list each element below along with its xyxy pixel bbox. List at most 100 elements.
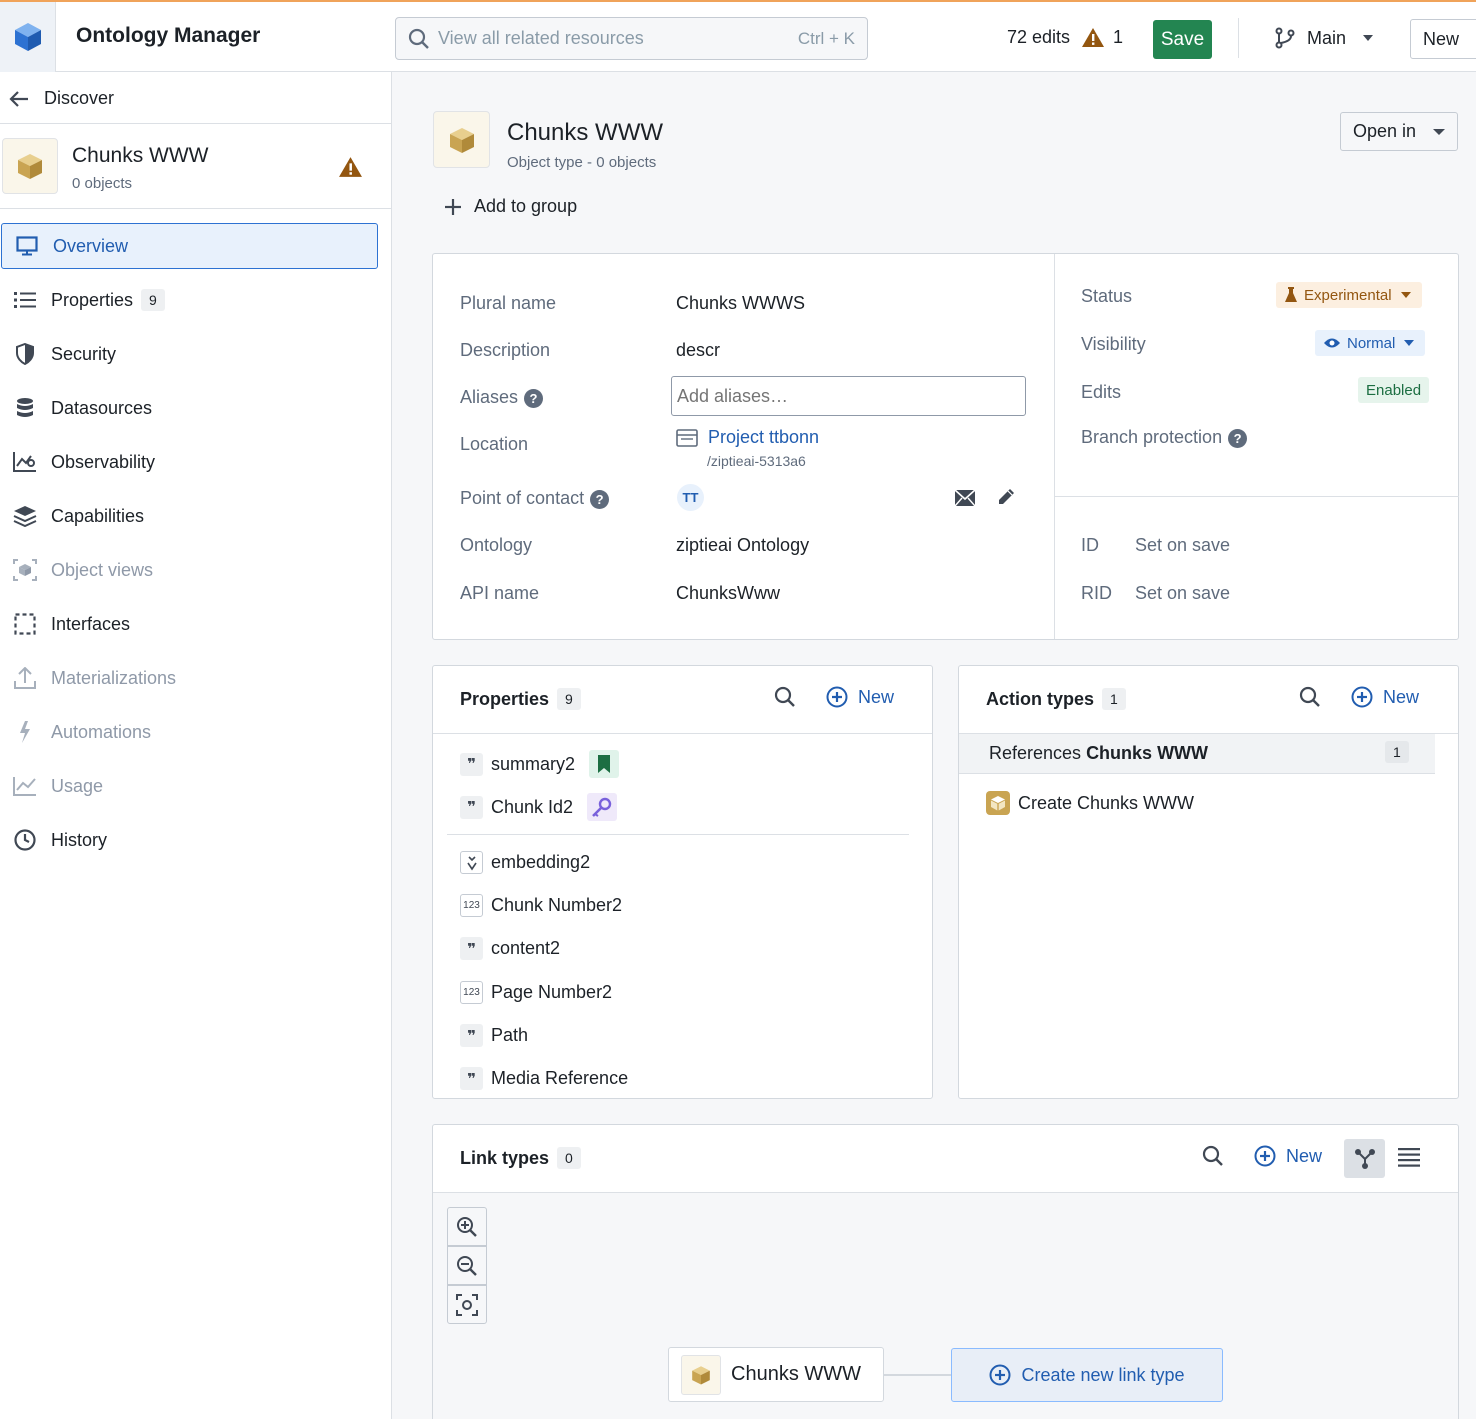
pencil-icon[interactable] <box>996 487 1016 507</box>
list-item[interactable]: 123 Page Number2 <box>460 981 612 1004</box>
rid-value: Set on save <box>1135 583 1231 603</box>
help-icon[interactable]: ? <box>590 489 610 509</box>
create-link-type-button[interactable]: Create new link type <box>951 1348 1223 1402</box>
new-menu-button[interactable]: New <box>1410 19 1476 59</box>
sidebar-item-label: Capabilities <box>51 505 145 526</box>
lightning-icon <box>20 721 30 743</box>
sidebar-item-security[interactable]: Security <box>0 331 391 377</box>
caret-down-icon <box>1400 292 1411 298</box>
location-link[interactable]: Project ttbonn <box>676 427 819 448</box>
dashed-square-icon <box>14 613 36 635</box>
search-icon[interactable] <box>1202 1145 1224 1167</box>
plus-circle-icon <box>1254 1145 1276 1167</box>
edits-count[interactable]: 72 edits <box>1007 27 1070 48</box>
sidebar-item-datasources[interactable]: Datasources <box>0 385 391 431</box>
sidebar-item-label: Usage <box>51 775 104 796</box>
panel-header-divider <box>433 733 932 734</box>
app-logo[interactable] <box>0 2 56 72</box>
object-summary: Chunks WWW 0 objects <box>0 124 391 208</box>
sidebar-item-object-views[interactable]: Object views <box>0 547 391 593</box>
sidebar-item-label: Properties <box>51 289 134 310</box>
list-item[interactable]: ❞ Chunk Id2 <box>460 793 618 821</box>
list-item[interactable]: ❞ summary2 <box>460 750 620 778</box>
plural-name-value[interactable]: Chunks WWWS <box>676 293 805 314</box>
action-group-object: Chunks WWW <box>1086 743 1209 763</box>
list-item[interactable]: ❞ Path <box>460 1024 528 1047</box>
open-in-button[interactable]: Open in <box>1340 112 1458 151</box>
branch-selector[interactable]: Main <box>1273 26 1380 50</box>
sidebar-item-properties[interactable]: Properties 9 <box>0 277 391 323</box>
properties-count-badge: 9 <box>557 688 581 710</box>
envelope-icon[interactable] <box>954 489 976 507</box>
sidebar-item-history[interactable]: History <box>0 817 391 863</box>
timeline-icon <box>13 777 36 796</box>
bookmark-icon <box>598 755 611 773</box>
link-types-panel-title: Link types 0 <box>460 1147 581 1169</box>
object-node[interactable]: Chunks WWW <box>668 1347 884 1402</box>
sidebar-item-label: History <box>51 829 108 850</box>
edits-label: Edits <box>1081 382 1122 402</box>
panel-divider <box>1055 496 1459 497</box>
action-types-panel-title: Action types 1 <box>986 688 1126 710</box>
list-view-toggle[interactable] <box>1398 1147 1420 1172</box>
list-item[interactable]: embedding2 <box>460 851 590 874</box>
add-to-group-button[interactable]: Add to group <box>444 196 577 217</box>
search-icon[interactable] <box>1299 686 1321 708</box>
list-item[interactable]: 123 Chunk Number2 <box>460 894 622 917</box>
sidebar-item-label: Object views <box>51 559 154 580</box>
sidebar-item-materializations[interactable]: Materializations <box>0 655 391 701</box>
search-input[interactable]: View all related resources Ctrl + K <box>395 17 868 60</box>
zoom-out-icon <box>457 1255 477 1276</box>
zoom-in-button[interactable] <box>447 1207 487 1246</box>
new-action-type-button[interactable]: New <box>1351 686 1419 708</box>
action-object-icon <box>986 791 1010 815</box>
aliases-input[interactable] <box>671 376 1026 416</box>
graph-view-toggle[interactable] <box>1344 1139 1385 1178</box>
ontology-value: ziptieai Ontology <box>676 535 810 555</box>
list-item[interactable]: ❞ content2 <box>460 937 560 960</box>
new-action-type-label: New <box>1383 686 1420 707</box>
id-value: Set on save <box>1135 535 1231 555</box>
object-warning[interactable] <box>338 156 363 183</box>
string-type-icon: ❞ <box>460 752 483 776</box>
help-icon[interactable]: ? <box>1228 428 1248 448</box>
back-to-discover[interactable]: Discover <box>8 88 114 109</box>
point-of-contact-label: Point of contact? <box>460 488 610 509</box>
sidebar-item-interfaces[interactable]: Interfaces <box>0 601 391 647</box>
string-type-icon: ❞ <box>460 1067 483 1090</box>
visibility-select[interactable]: Normal <box>1315 330 1426 356</box>
contact-label-text: Point of contact <box>460 488 585 508</box>
zoom-out-button[interactable] <box>447 1246 487 1285</box>
object-name: Chunks WWW <box>72 144 209 167</box>
sidebar-item-usage[interactable]: Usage <box>0 763 391 809</box>
link-graph-canvas[interactable]: Chunks WWW Create new link type <box>433 1192 1458 1419</box>
avatar[interactable]: TT <box>677 484 704 511</box>
location-path: /ziptieai-5313a6 <box>707 453 806 469</box>
help-icon[interactable]: ? <box>524 388 544 408</box>
sidebar-item-overview[interactable]: Overview <box>1 223 378 269</box>
api-name-value[interactable]: ChunksWww <box>676 583 780 604</box>
link-types-count-badge: 0 <box>557 1147 581 1169</box>
new-link-type-button[interactable]: New <box>1254 1145 1322 1167</box>
ontology-label: Ontology <box>460 535 533 555</box>
description-value[interactable]: descr <box>676 340 720 361</box>
warning-icon <box>339 157 362 177</box>
properties-actions: New <box>774 686 894 708</box>
warnings-indicator[interactable]: 1 <box>1081 27 1123 48</box>
status-select[interactable]: Experimental <box>1276 282 1422 308</box>
action-group-prefix: References <box>989 743 1087 763</box>
property-name: embedding2 <box>491 852 591 872</box>
graph-icon <box>1354 1148 1375 1169</box>
new-property-button[interactable]: New <box>826 686 894 708</box>
action-type-item[interactable]: Create Chunks WWW <box>986 791 1194 815</box>
sidebar-item-automations[interactable]: Automations <box>0 709 391 755</box>
search-icon[interactable] <box>774 686 796 708</box>
sidebar-item-capabilities[interactable]: Capabilities <box>0 493 391 539</box>
property-name: content2 <box>491 938 561 958</box>
save-button[interactable]: Save <box>1153 20 1212 59</box>
fit-view-button[interactable] <box>447 1285 487 1324</box>
list-item[interactable]: ❞ Media Reference <box>460 1067 628 1090</box>
sidebar-item-observability[interactable]: Observability <box>0 439 391 485</box>
cube-icon <box>692 1365 710 1385</box>
action-group-header[interactable]: References Chunks WWW 1 <box>959 734 1435 774</box>
